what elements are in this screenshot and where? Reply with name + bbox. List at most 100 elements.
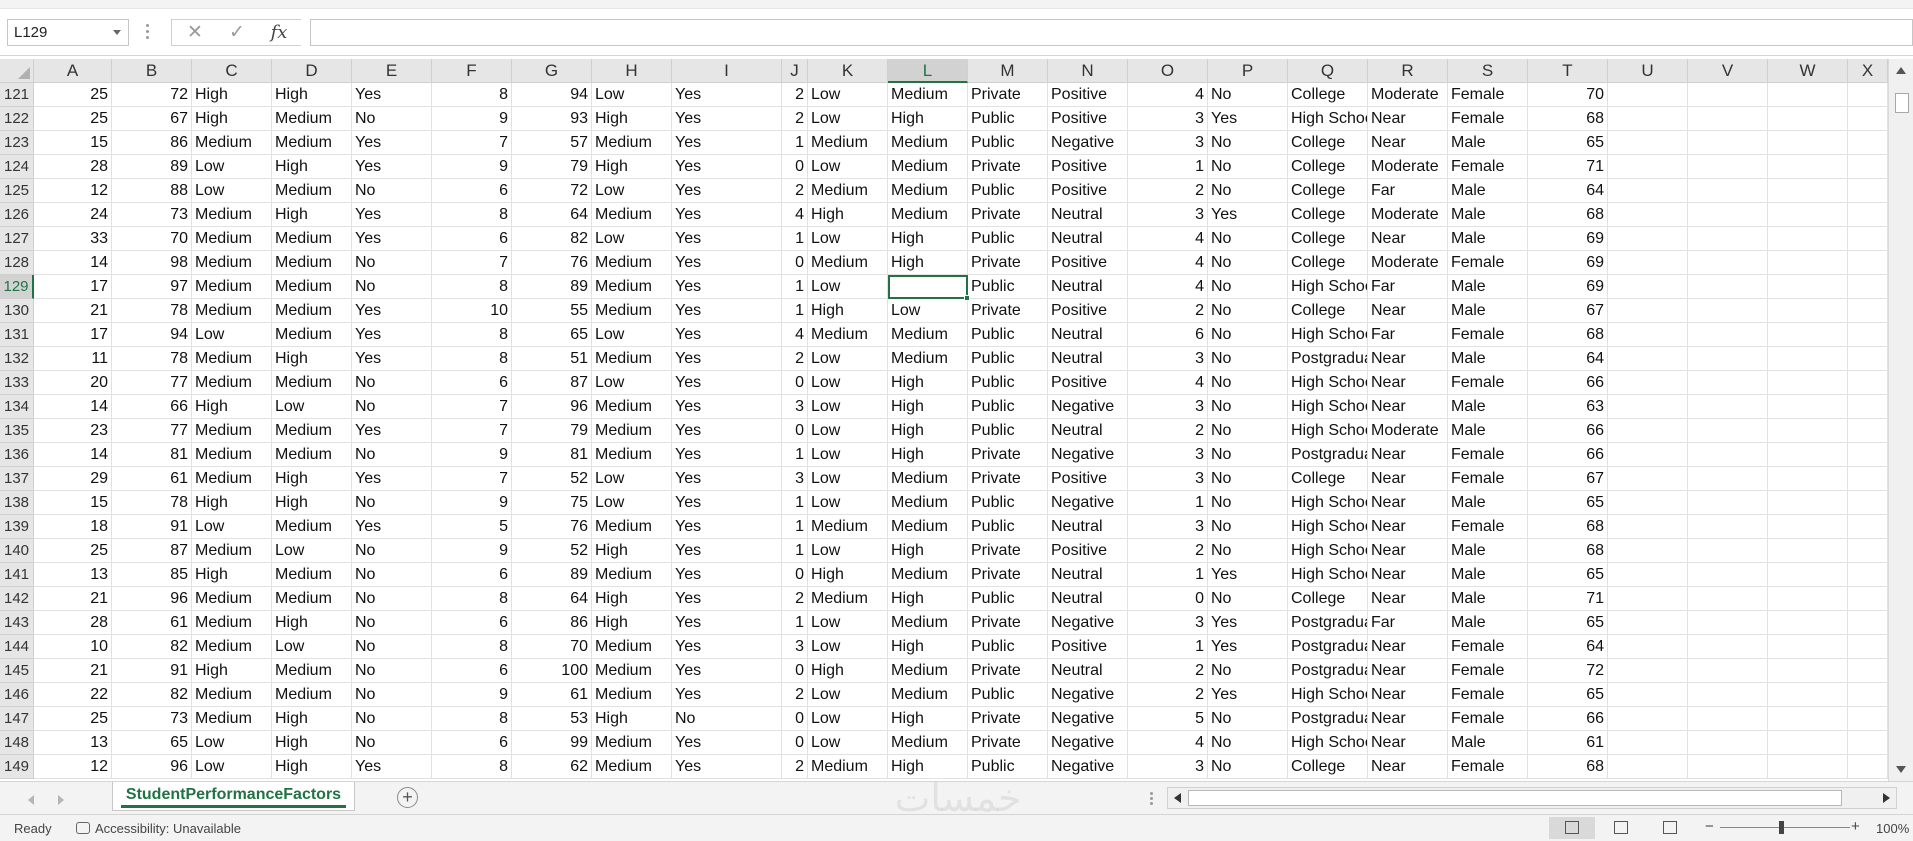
row-header[interactable]: 121: [0, 83, 34, 107]
cell[interactable]: No: [352, 683, 432, 707]
active-cell[interactable]: [888, 275, 968, 299]
cell[interactable]: 3: [1128, 347, 1208, 371]
cell[interactable]: Medium: [272, 587, 352, 611]
cell[interactable]: 9: [432, 491, 512, 515]
cell[interactable]: Public: [968, 515, 1048, 539]
cell[interactable]: [1848, 275, 1888, 299]
enter-icon[interactable]: ✓: [222, 20, 252, 45]
cell[interactable]: College: [1288, 131, 1368, 155]
cell[interactable]: High School: [1288, 395, 1368, 419]
cell[interactable]: High: [888, 539, 968, 563]
row-header[interactable]: 126: [0, 203, 34, 227]
cell[interactable]: 78: [112, 347, 192, 371]
cell[interactable]: Public: [968, 683, 1048, 707]
cell[interactable]: 1: [782, 131, 808, 155]
cell[interactable]: High: [888, 371, 968, 395]
cell[interactable]: 10: [432, 299, 512, 323]
cell[interactable]: [1768, 635, 1848, 659]
cell[interactable]: 94: [112, 323, 192, 347]
cell[interactable]: 33: [34, 227, 112, 251]
cell[interactable]: Yes: [1208, 635, 1288, 659]
cell[interactable]: Low: [808, 155, 888, 179]
cell[interactable]: College: [1288, 467, 1368, 491]
cell[interactable]: 7: [432, 131, 512, 155]
cell[interactable]: 89: [512, 275, 592, 299]
cell[interactable]: High School: [1288, 107, 1368, 131]
cell[interactable]: Yes: [352, 227, 432, 251]
scroll-down-icon[interactable]: [1896, 766, 1906, 773]
cell[interactable]: Negative: [1048, 755, 1128, 779]
accessibility-status[interactable]: Accessibility: Unavailable: [76, 821, 241, 836]
cell[interactable]: 57: [512, 131, 592, 155]
cell[interactable]: Low: [808, 731, 888, 755]
cell[interactable]: [1608, 659, 1688, 683]
cell[interactable]: Low: [808, 611, 888, 635]
row-header[interactable]: 129: [0, 275, 34, 299]
cell[interactable]: [1688, 755, 1768, 779]
cell[interactable]: Yes: [672, 587, 782, 611]
cell[interactable]: 2: [782, 83, 808, 107]
cell[interactable]: Yes: [672, 203, 782, 227]
column-header-k[interactable]: K: [808, 59, 888, 83]
cell[interactable]: [1768, 467, 1848, 491]
horizontal-scrollbar[interactable]: [1167, 787, 1897, 809]
cell[interactable]: 99: [512, 731, 592, 755]
cell[interactable]: Medium: [592, 395, 672, 419]
column-header-b[interactable]: B: [112, 59, 192, 83]
cell[interactable]: Male: [1448, 611, 1528, 635]
cell[interactable]: Male: [1448, 131, 1528, 155]
cell[interactable]: Medium: [192, 299, 272, 323]
cell[interactable]: 0: [1128, 587, 1208, 611]
cell[interactable]: High School: [1288, 515, 1368, 539]
cell[interactable]: [1848, 227, 1888, 251]
cell[interactable]: High: [888, 707, 968, 731]
cell[interactable]: 91: [112, 515, 192, 539]
cell[interactable]: Negative: [1048, 731, 1128, 755]
row-header[interactable]: 143: [0, 611, 34, 635]
cell[interactable]: Private: [968, 707, 1048, 731]
cell[interactable]: Yes: [1208, 107, 1288, 131]
cell[interactable]: High: [808, 299, 888, 323]
cell[interactable]: Far: [1368, 611, 1448, 635]
cell[interactable]: 70: [112, 227, 192, 251]
cell[interactable]: [1848, 563, 1888, 587]
cell[interactable]: 53: [512, 707, 592, 731]
cell[interactable]: 72: [112, 83, 192, 107]
cell[interactable]: [1848, 299, 1888, 323]
cell[interactable]: [1768, 443, 1848, 467]
cell[interactable]: 14: [34, 251, 112, 275]
cell[interactable]: 61: [1528, 731, 1608, 755]
cell[interactable]: Negative: [1048, 443, 1128, 467]
cell[interactable]: 61: [112, 467, 192, 491]
cell[interactable]: College: [1288, 755, 1368, 779]
cell[interactable]: 68: [1528, 323, 1608, 347]
cell[interactable]: [1848, 347, 1888, 371]
cell[interactable]: No: [1208, 419, 1288, 443]
cell[interactable]: Positive: [1048, 251, 1128, 275]
row-header[interactable]: 135: [0, 419, 34, 443]
tab-splitter-handle[interactable]: [1150, 792, 1154, 806]
cell[interactable]: 88: [112, 179, 192, 203]
cell[interactable]: 81: [112, 443, 192, 467]
cell[interactable]: College: [1288, 155, 1368, 179]
cell[interactable]: No: [1208, 299, 1288, 323]
insert-function-icon[interactable]: fx: [264, 20, 294, 45]
cell[interactable]: Yes: [672, 611, 782, 635]
cell[interactable]: Near: [1368, 755, 1448, 779]
cell[interactable]: Medium: [888, 683, 968, 707]
cell[interactable]: 1: [782, 515, 808, 539]
cell[interactable]: No: [1208, 347, 1288, 371]
cell[interactable]: Yes: [672, 155, 782, 179]
cell[interactable]: 8: [432, 83, 512, 107]
cell[interactable]: Near: [1368, 707, 1448, 731]
cell[interactable]: 6: [432, 563, 512, 587]
cell[interactable]: 79: [512, 419, 592, 443]
cell[interactable]: Public: [968, 275, 1048, 299]
cell[interactable]: Low: [808, 539, 888, 563]
cell[interactable]: 4: [1128, 83, 1208, 107]
cell[interactable]: High: [272, 83, 352, 107]
cell[interactable]: [1608, 515, 1688, 539]
cell[interactable]: [1848, 419, 1888, 443]
column-header-f[interactable]: F: [432, 59, 512, 83]
cell[interactable]: [1688, 467, 1768, 491]
